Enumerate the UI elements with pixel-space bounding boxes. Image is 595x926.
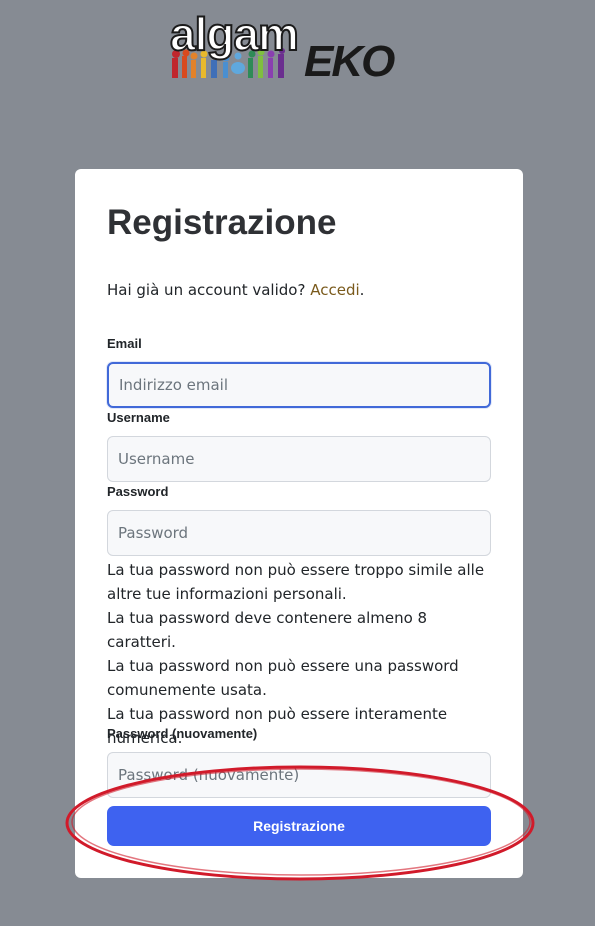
password-help-item: La tua password non può essere troppo si… — [107, 561, 485, 603]
password-confirm-label: Password (nuovamente) — [107, 726, 258, 741]
username-field[interactable] — [107, 436, 491, 482]
logo-algam-text: algam — [169, 8, 300, 60]
login-link[interactable]: Accedi — [310, 281, 359, 299]
page-title: Registrazione — [107, 203, 337, 242]
email-label: Email — [107, 336, 142, 351]
password-field[interactable] — [107, 510, 491, 556]
registration-card: Registrazione Hai già un account valido?… — [75, 169, 523, 878]
login-prompt-suffix: . — [359, 281, 365, 299]
password-help-item: La tua password non può essere una passw… — [107, 657, 459, 699]
username-label: Username — [107, 410, 170, 425]
password-label: Password — [107, 484, 169, 499]
login-prompt: Hai già un account valido? Accedi. — [107, 280, 364, 300]
password-help-list: La tua password non può essere troppo si… — [107, 558, 487, 750]
email-field[interactable] — [107, 362, 491, 408]
register-button[interactable]: Registrazione — [107, 806, 491, 846]
login-prompt-text: Hai già un account valido? — [107, 281, 306, 299]
logo-eko-text: EKO — [304, 37, 395, 86]
brand-logo: algam EKO — [168, 9, 424, 86]
password-help-item: La tua password deve contenere almeno 8 … — [107, 609, 428, 651]
password-confirm-field[interactable] — [107, 752, 491, 798]
